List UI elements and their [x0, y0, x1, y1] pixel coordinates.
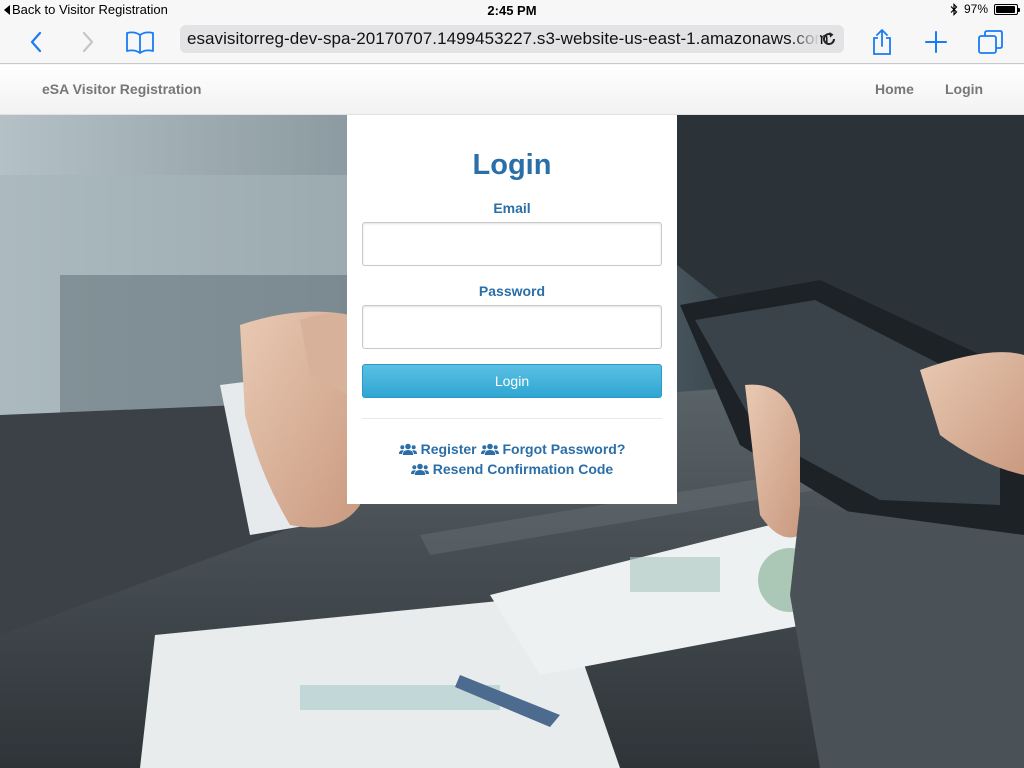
resend-code-label: Resend Confirmation Code [432, 461, 614, 477]
address-bar[interactable]: esavisitorreg-dev-spa-20170707.149945322… [180, 25, 844, 53]
links-row-1: Register Forgot Password? [347, 441, 677, 459]
panel-divider [362, 418, 662, 419]
new-tab-button[interactable] [920, 26, 952, 58]
share-button[interactable] [866, 26, 898, 58]
register-label: Register [420, 441, 477, 457]
share-icon [873, 29, 891, 55]
battery-fill [996, 5, 1016, 13]
tabs-button[interactable] [975, 26, 1007, 58]
url-text: esavisitorreg-dev-spa-20170707.149945322… [187, 29, 829, 48]
url-fade [790, 25, 820, 53]
battery-percent: 97% [963, 2, 988, 16]
forward-icon [82, 31, 94, 53]
brand-link[interactable]: eSA Visitor Registration [42, 81, 201, 97]
bluetooth-icon [950, 2, 958, 16]
login-button[interactable]: Login [362, 364, 662, 398]
forgot-password-label: Forgot Password? [502, 441, 626, 457]
resend-code-link[interactable]: Resend Confirmation Code [410, 461, 614, 477]
status-bar: Back to Visitor Registration 2:45 PM 97% [0, 0, 1024, 20]
users-icon [410, 463, 429, 475]
email-field[interactable] [362, 222, 662, 266]
reload-icon[interactable] [820, 30, 838, 48]
tabs-icon [978, 30, 1003, 54]
password-field[interactable] [362, 305, 662, 349]
site-navbar: eSA Visitor Registration Home Login [0, 65, 1024, 115]
nav-home-link[interactable]: Home [875, 81, 914, 97]
password-label: Password [478, 283, 546, 299]
login-panel: Login Email Password Login Register Forg… [347, 115, 677, 504]
users-icon [398, 443, 417, 455]
browser-toolbar: esavisitorreg-dev-spa-20170707.149945322… [0, 20, 1024, 64]
new-tab-icon [925, 31, 947, 53]
links-row-2: Resend Confirmation Code [347, 461, 677, 479]
bookmarks-icon [126, 31, 154, 54]
status-right: 97% [950, 2, 1020, 16]
forgot-password-link[interactable]: Forgot Password? [480, 441, 626, 457]
bookmarks-button[interactable] [122, 26, 158, 58]
login-title: Login [472, 149, 552, 181]
back-icon [30, 31, 42, 53]
nav-login-link[interactable]: Login [945, 81, 983, 97]
email-label: Email [493, 200, 531, 216]
forward-button[interactable] [72, 26, 104, 58]
register-link[interactable]: Register [398, 441, 477, 457]
status-time: 2:45 PM [487, 3, 537, 18]
back-button[interactable] [20, 26, 52, 58]
battery-icon [994, 3, 1020, 15]
users-icon [480, 443, 499, 455]
